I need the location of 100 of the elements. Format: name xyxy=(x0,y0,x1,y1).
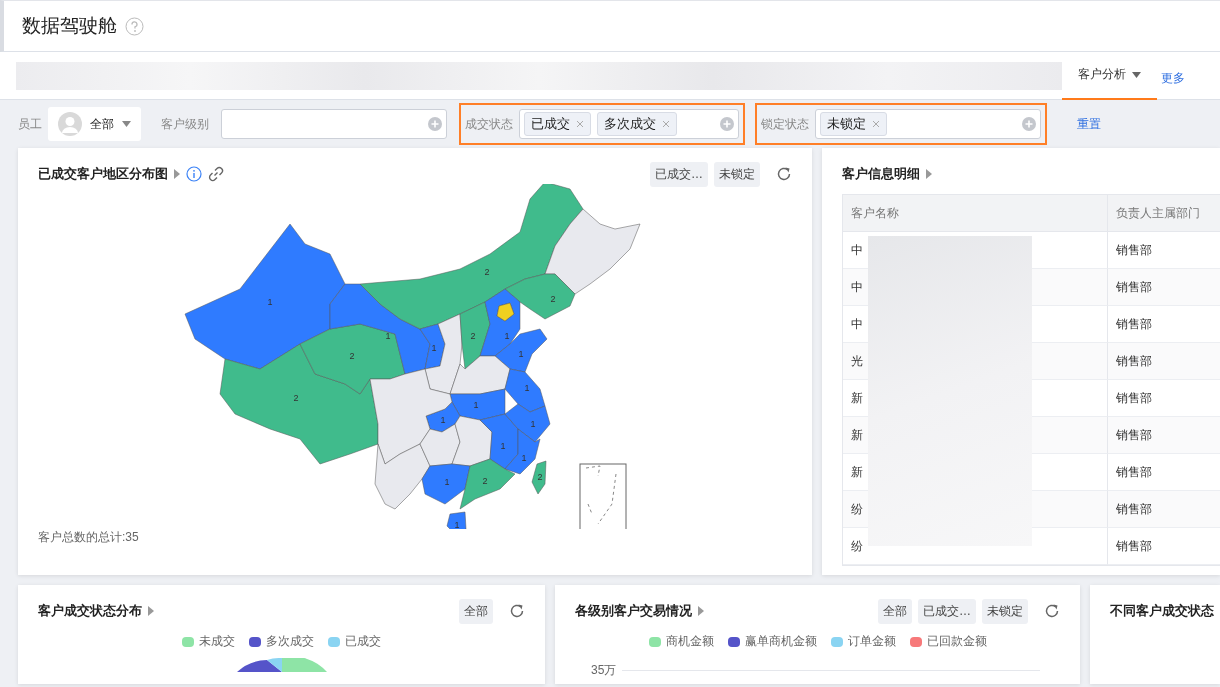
map-region[interactable] xyxy=(459,458,516,510)
close-icon[interactable] xyxy=(576,120,584,128)
avatar-icon xyxy=(58,112,82,136)
map-region[interactable] xyxy=(449,388,506,421)
card-title: 各级别客户交易情况 xyxy=(575,602,692,620)
table-cell: 销售部 xyxy=(1108,491,1220,528)
axis-tick-label: 35万 xyxy=(591,662,617,679)
close-icon[interactable] xyxy=(662,120,670,128)
region-label: 2 xyxy=(470,331,476,341)
map-region[interactable] xyxy=(451,415,493,467)
map-region[interactable] xyxy=(479,413,519,470)
caret-icon xyxy=(122,121,131,127)
more-link[interactable]: 更多 xyxy=(1161,70,1185,87)
filter-chip[interactable]: 已成交… xyxy=(650,161,708,187)
region-label: 2 xyxy=(484,267,490,277)
map-region[interactable] xyxy=(421,463,471,505)
filter-chip[interactable]: 未锁定 xyxy=(982,598,1028,624)
table-cell: 销售部 xyxy=(1108,269,1220,306)
caret-icon xyxy=(698,606,704,616)
tab[interactable]: 客户分析 xyxy=(1062,51,1157,100)
filter-label: 员工 xyxy=(18,115,42,133)
card-title: 客户成交状态分布 xyxy=(38,602,142,620)
region-label: 2 xyxy=(537,472,543,482)
map-region[interactable] xyxy=(184,223,346,370)
legend-item[interactable]: 已回款金额 xyxy=(909,633,987,650)
close-icon[interactable] xyxy=(872,120,880,128)
table-cell: 销售部 xyxy=(1108,528,1220,565)
map-region[interactable] xyxy=(459,301,491,370)
map-region[interactable] xyxy=(424,313,463,395)
region-label: 1 xyxy=(267,297,273,307)
legend-item[interactable]: 商机金额 xyxy=(648,633,714,650)
region-label: 1 xyxy=(473,400,479,410)
map-region[interactable] xyxy=(531,460,547,495)
filter-label: 锁定状态 xyxy=(761,115,809,133)
filter-tag[interactable]: 多次成交 xyxy=(597,112,677,136)
map-region[interactable] xyxy=(419,323,446,370)
region-label: 1 xyxy=(454,520,460,529)
region-label: 2 xyxy=(550,294,556,304)
region-label: 1 xyxy=(385,331,391,341)
reset-link[interactable]: 重置 xyxy=(1077,115,1101,133)
info-icon[interactable] xyxy=(186,166,202,182)
map-region[interactable] xyxy=(504,368,546,413)
region-label: 1 xyxy=(504,331,510,341)
map-region[interactable] xyxy=(446,511,467,529)
refresh-icon[interactable] xyxy=(1044,603,1060,619)
region-label: 1 xyxy=(518,349,524,359)
lock-status-field[interactable]: 未锁定 xyxy=(815,109,1041,139)
legend-item[interactable]: 赢单商机金额 xyxy=(727,633,817,650)
map-region[interactable] xyxy=(369,368,453,465)
map-region[interactable] xyxy=(419,423,461,467)
map-region[interactable] xyxy=(504,403,551,443)
region-label: 1 xyxy=(500,441,506,451)
column-header: 负责人主属部门 xyxy=(1108,195,1220,232)
total-count: 客户总数的总计:35 xyxy=(38,529,140,546)
page-title: 数据驾驶舱 xyxy=(22,14,117,38)
map-region[interactable] xyxy=(496,302,515,322)
deal-status-field[interactable]: 已成交 多次成交 xyxy=(519,109,739,139)
region-label: 2 xyxy=(293,393,299,403)
column-header: 客户名称 xyxy=(843,195,1108,232)
map-region[interactable] xyxy=(449,355,511,395)
legend-item[interactable]: 未成交 xyxy=(182,633,235,650)
caret-icon xyxy=(148,606,154,616)
filter-chip[interactable]: 已成交… xyxy=(918,598,976,624)
map-region[interactable] xyxy=(494,328,548,373)
region-label: 1 xyxy=(440,415,446,425)
caret-icon xyxy=(174,169,180,179)
region-label: 2 xyxy=(482,476,488,486)
filter-chip[interactable]: 全部 xyxy=(878,598,912,624)
region-label: 2 xyxy=(349,351,355,361)
card-title: 不同客户成交状态 xyxy=(1110,602,1214,620)
filter-chip[interactable]: 未锁定 xyxy=(714,161,760,187)
region-label: 1 xyxy=(524,383,530,393)
filter-chip[interactable]: 全部 xyxy=(459,598,493,624)
inset-map-drawing xyxy=(579,463,627,529)
filter-tag[interactable]: 已成交 xyxy=(524,112,591,136)
caret-icon xyxy=(926,169,932,179)
table-cell: 销售部 xyxy=(1108,417,1220,454)
legend-item[interactable]: 订单金额 xyxy=(830,633,896,650)
map-region[interactable] xyxy=(504,428,541,475)
map-region[interactable] xyxy=(374,443,431,510)
refresh-icon[interactable] xyxy=(509,603,525,619)
link-icon[interactable] xyxy=(208,166,224,182)
filter-tag[interactable]: 未锁定 xyxy=(820,112,887,136)
region-label: 1 xyxy=(444,477,450,487)
employee-dropdown[interactable]: 全部 xyxy=(48,107,141,141)
map-region[interactable] xyxy=(359,184,584,330)
customer-level-field[interactable] xyxy=(221,109,447,139)
legend-item[interactable]: 多次成交 xyxy=(249,633,314,650)
map-region[interactable] xyxy=(504,273,576,320)
map-region[interactable] xyxy=(299,323,406,395)
card-title: 客户信息明细 xyxy=(842,165,920,183)
table-cell: 销售部 xyxy=(1108,343,1220,380)
filter-label: 客户级别 xyxy=(161,115,209,133)
refresh-icon[interactable] xyxy=(776,166,792,182)
region-label: 1 xyxy=(431,343,437,353)
region-label: 1 xyxy=(521,453,527,463)
map-region[interactable] xyxy=(219,343,379,465)
legend-item[interactable]: 已成交 xyxy=(328,633,381,650)
card-title: 已成交客户地区分布图 xyxy=(38,165,168,183)
filter-label: 成交状态 xyxy=(465,115,513,133)
